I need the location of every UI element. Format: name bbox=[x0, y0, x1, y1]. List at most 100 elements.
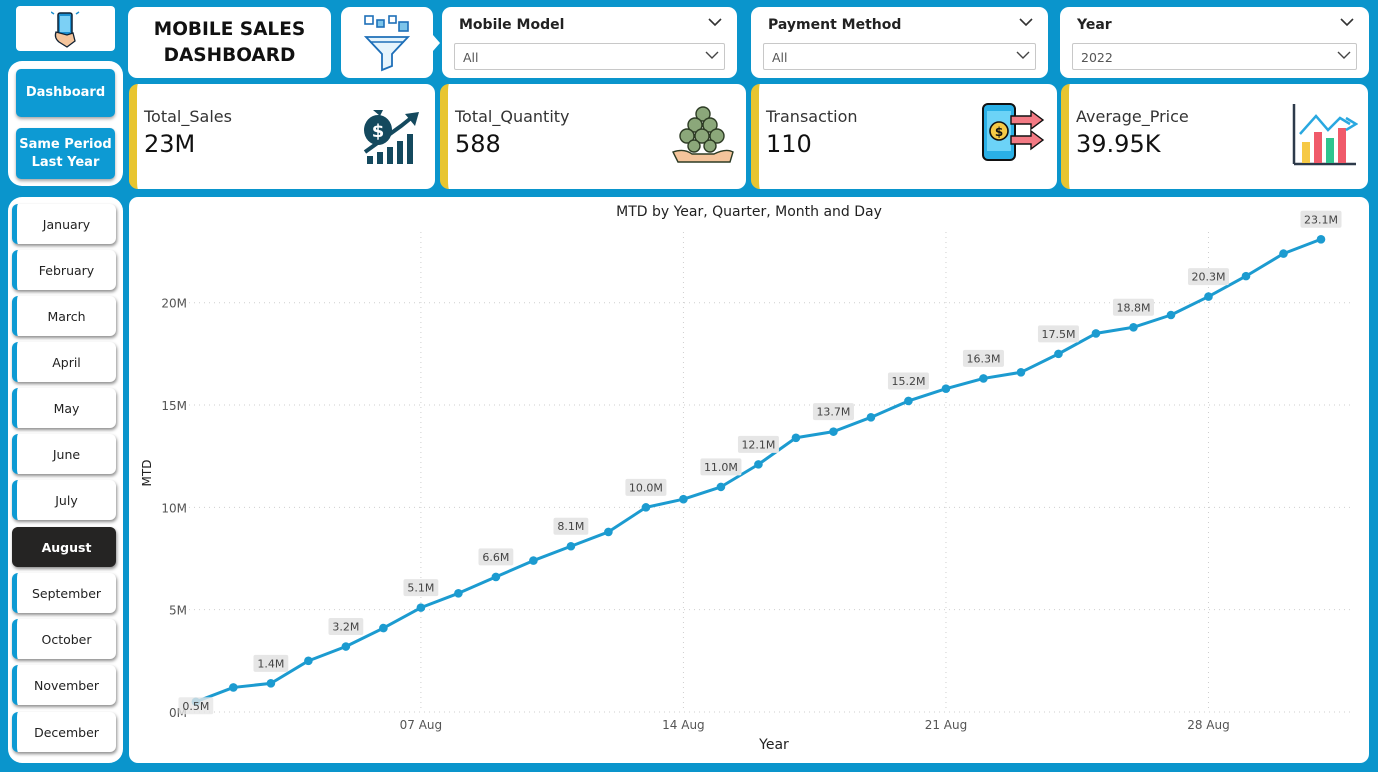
data-point bbox=[1204, 292, 1213, 301]
data-label: 3.2M bbox=[328, 618, 364, 636]
kpi-value: 110 bbox=[766, 130, 812, 158]
slicer-mobile-model: Mobile Model All bbox=[442, 7, 737, 78]
data-point bbox=[454, 589, 463, 598]
data-label-text: 23.1M bbox=[1304, 213, 1338, 226]
nav-panel: Dashboard Same Period Last Year bbox=[8, 61, 123, 186]
slicer-label: Mobile Model bbox=[459, 17, 565, 33]
chevron-down-icon bbox=[1337, 51, 1351, 59]
kpi-label: Total_Quantity bbox=[455, 107, 570, 126]
data-label-text: 0.5M bbox=[182, 700, 209, 713]
data-point bbox=[304, 656, 313, 666]
money-bag-growth-icon: $ bbox=[363, 110, 419, 164]
y-tick-label: 20M bbox=[161, 297, 187, 311]
logo bbox=[16, 6, 115, 51]
month-button-july[interactable]: July bbox=[12, 480, 116, 520]
data-point bbox=[1016, 367, 1026, 377]
month-button-april[interactable]: April bbox=[12, 342, 116, 382]
month-button-november[interactable]: November bbox=[12, 665, 116, 705]
data-point bbox=[1129, 322, 1138, 332]
data-label-text: 3.2M bbox=[332, 621, 359, 634]
data-label: 11.0M bbox=[700, 458, 742, 476]
data-label: 8.1M bbox=[553, 517, 589, 535]
data-label-text: 5.1M bbox=[407, 582, 434, 595]
phone-hand-icon bbox=[50, 10, 79, 48]
data-point bbox=[566, 541, 576, 551]
dropdown-value: All bbox=[772, 50, 788, 65]
data-point bbox=[904, 396, 913, 406]
chevron-down-icon[interactable] bbox=[1019, 18, 1033, 27]
data-point bbox=[416, 603, 426, 612]
data-point bbox=[529, 556, 538, 565]
data-label-text: 11.0M bbox=[704, 461, 738, 474]
data-point bbox=[679, 494, 688, 504]
month-button-march[interactable]: March bbox=[12, 296, 116, 336]
data-label-text: 15.2M bbox=[891, 375, 925, 388]
month-button-october[interactable]: October bbox=[12, 619, 116, 659]
data-label-text: 13.7M bbox=[816, 406, 850, 419]
mtd-chart: MTD by Year, Quarter, Month and Day MTD … bbox=[129, 197, 1369, 763]
month-button-january[interactable]: January bbox=[12, 204, 116, 244]
chevron-down-icon bbox=[1016, 51, 1030, 59]
y-tick-label: 5M bbox=[169, 604, 187, 618]
chevron-down-icon[interactable] bbox=[1340, 18, 1354, 27]
dropdown-value: 2022 bbox=[1081, 50, 1113, 65]
month-button-february[interactable]: February bbox=[12, 250, 116, 290]
data-label: 13.7M bbox=[812, 403, 854, 421]
data-label: 16.3M bbox=[962, 349, 1004, 367]
y-tick-label: 10M bbox=[161, 501, 187, 515]
data-point bbox=[229, 683, 238, 692]
month-button-december[interactable]: December bbox=[12, 712, 116, 752]
coins-hand-icon bbox=[672, 106, 734, 163]
data-point bbox=[941, 384, 951, 393]
x-tick-label: 21 Aug bbox=[925, 718, 968, 732]
data-point bbox=[266, 679, 276, 688]
data-label-text: 6.6M bbox=[482, 551, 509, 564]
data-label-text: 16.3M bbox=[966, 352, 1000, 365]
month-button-may[interactable]: May bbox=[12, 388, 116, 428]
data-point bbox=[1316, 234, 1326, 244]
data-label: 12.1M bbox=[737, 435, 779, 453]
slicer-label: Payment Method bbox=[768, 17, 902, 33]
kpi-value: 588 bbox=[455, 130, 501, 158]
x-tick-label: 07 Aug bbox=[400, 718, 443, 732]
month-button-september[interactable]: September bbox=[12, 573, 116, 613]
chevron-down-icon[interactable] bbox=[708, 18, 722, 27]
mobile-model-dropdown[interactable]: All bbox=[454, 43, 725, 70]
dashboard-button[interactable]: Dashboard bbox=[16, 69, 115, 117]
title-card: MOBILE SALES DASHBOARD bbox=[128, 7, 331, 78]
kpi-value: 39.95K bbox=[1076, 130, 1161, 158]
data-point bbox=[491, 572, 501, 582]
month-button-june[interactable]: June bbox=[12, 434, 116, 474]
data-label: 20.3M bbox=[1187, 268, 1229, 286]
payment-method-dropdown[interactable]: All bbox=[763, 43, 1036, 70]
data-label: 23.1M bbox=[1300, 210, 1342, 228]
data-point bbox=[791, 433, 801, 443]
filter-arrow bbox=[433, 35, 440, 51]
data-label: 0.5M bbox=[178, 697, 214, 715]
line-chart: MTD by Year, Quarter, Month and Day MTD … bbox=[140, 204, 1351, 753]
data-point bbox=[716, 482, 726, 492]
filter-toggle[interactable] bbox=[341, 7, 433, 78]
kpi-total-sales: Total_Sales 23M $ bbox=[129, 84, 435, 189]
kpi-total-quantity: Total_Quantity 588 bbox=[440, 84, 746, 189]
data-label-text: 12.1M bbox=[741, 438, 775, 451]
data-point bbox=[1241, 271, 1251, 281]
kpi-label: Transaction bbox=[766, 107, 858, 126]
data-point bbox=[379, 623, 388, 633]
data-label-text: 20.3M bbox=[1191, 271, 1225, 284]
data-point bbox=[1091, 329, 1101, 338]
phone-transfer-icon: $ bbox=[982, 103, 1045, 161]
data-point bbox=[979, 374, 988, 383]
dropdown-value: All bbox=[463, 50, 479, 65]
data-point bbox=[1054, 349, 1063, 359]
funnel-icon bbox=[363, 14, 411, 71]
data-label-text: 1.4M bbox=[257, 657, 284, 670]
x-axis-label: Year bbox=[758, 737, 789, 753]
data-point bbox=[754, 460, 763, 469]
data-point bbox=[604, 527, 613, 537]
kpi-value: 23M bbox=[144, 130, 196, 158]
data-label: 6.6M bbox=[478, 548, 514, 566]
year-dropdown[interactable]: 2022 bbox=[1072, 43, 1357, 70]
month-button-august[interactable]: August bbox=[12, 527, 116, 567]
same-period-last-year-button[interactable]: Same Period Last Year bbox=[16, 128, 115, 179]
